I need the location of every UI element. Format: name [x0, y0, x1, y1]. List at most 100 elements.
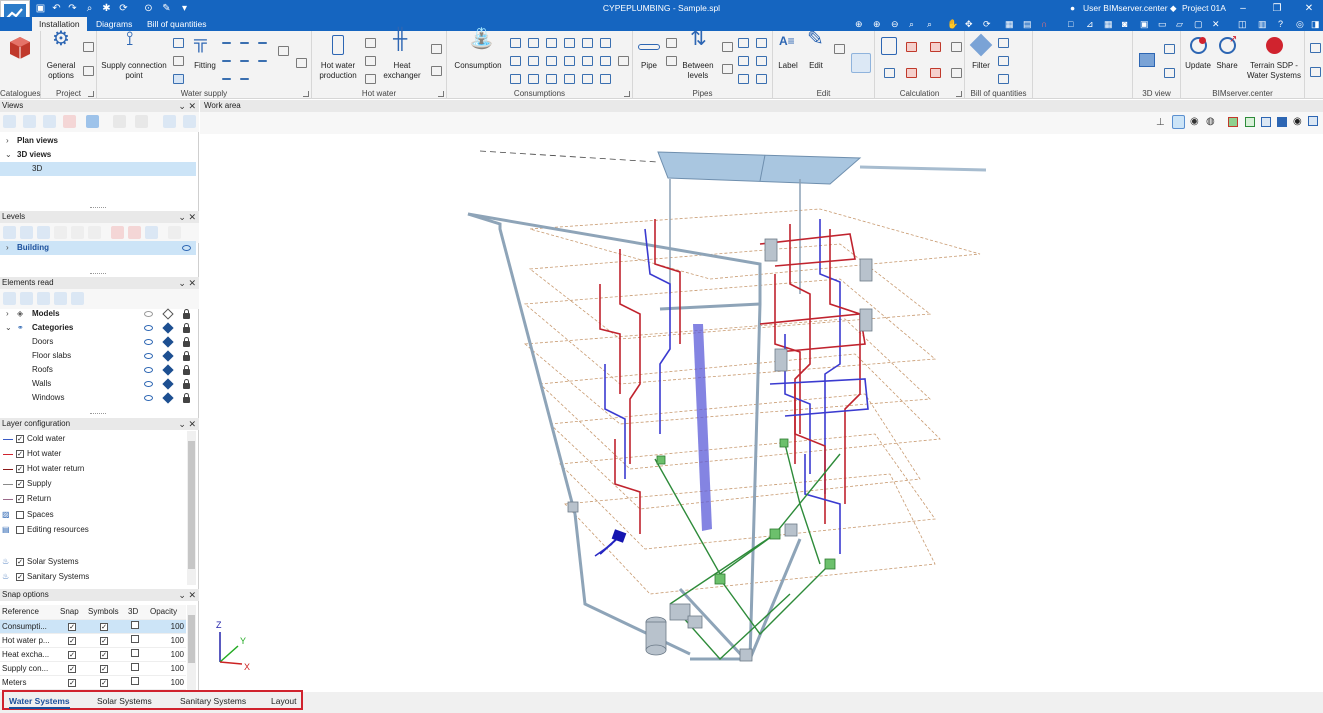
- category-item-floor-slabs[interactable]: Floor slabs: [0, 349, 196, 363]
- hot-water-tool-5-icon[interactable]: [430, 65, 442, 76]
- tab-solar-systems[interactable]: Solar Systems: [97, 696, 152, 706]
- elements-item-models[interactable]: › ◈ Models: [0, 307, 196, 321]
- 3d-checkbox[interactable]: [131, 635, 139, 643]
- consumption-d1-icon[interactable]: [617, 55, 629, 66]
- table-row[interactable]: Heat excha... ✓ ✓ 100: [0, 647, 186, 662]
- pipe-tool-5-icon[interactable]: [737, 37, 749, 48]
- 3d-cell[interactable]: [126, 647, 148, 662]
- panel-icon[interactable]: ▭: [1158, 19, 1167, 30]
- views-item-3d[interactable]: ⌄ 3D views: [0, 148, 196, 162]
- close-icon[interactable]: ✕: [1294, 1, 1323, 16]
- snap-cell[interactable]: ✓: [58, 619, 86, 634]
- snap-cell[interactable]: ✓: [58, 661, 86, 676]
- opacity-cell[interactable]: 100: [148, 675, 186, 690]
- chat-icon[interactable]: ▢: [1194, 19, 1203, 30]
- zoom-extents-icon[interactable]: ⌕: [909, 19, 914, 30]
- boq-tool-2-icon[interactable]: [997, 55, 1009, 66]
- consumption-c4-icon[interactable]: [563, 73, 575, 84]
- layer-item-solar-systems[interactable]: ♨ ✓ Solar Systems: [0, 555, 196, 569]
- heat-exchanger-button[interactable]: ╫ Heat exchanger: [380, 30, 424, 80]
- pipe-button[interactable]: Pipe: [635, 35, 663, 71]
- layout-icon[interactable]: ◫: [1238, 19, 1247, 30]
- delete-view-icon[interactable]: [63, 115, 76, 128]
- view3d-tool-2-icon[interactable]: [1163, 67, 1175, 78]
- comment-icon[interactable]: ▱: [1176, 19, 1183, 30]
- elements-tool-1-icon[interactable]: [3, 292, 16, 305]
- between-levels-button[interactable]: ⇅ Between levels: [679, 30, 717, 80]
- pipe-tool-10-icon[interactable]: [755, 73, 767, 84]
- levels-panel-controls[interactable]: ⌄ ✕: [178, 211, 196, 223]
- move-up-icon[interactable]: [71, 226, 84, 239]
- pipe-tool-3-icon[interactable]: [721, 41, 733, 52]
- consumption-b5-icon[interactable]: [581, 55, 593, 66]
- water-tool-b1-icon[interactable]: [221, 55, 233, 66]
- plumbing-3d-model[interactable]: Z Y X: [200, 134, 1323, 692]
- supply-connection-point-button[interactable]: ⟟ Supply connection point: [101, 30, 167, 80]
- panels-icon[interactable]: ▥: [1258, 19, 1267, 30]
- minimize-icon[interactable]: –: [1228, 1, 1258, 16]
- table-row[interactable]: Supply con... ✓ ✓ 100: [0, 661, 186, 676]
- views-panel-controls[interactable]: ⌄ ✕: [178, 100, 196, 112]
- layer-checkbox[interactable]: ✓: [16, 450, 24, 458]
- layer-checkbox[interactable]: ✓: [16, 573, 24, 581]
- redraw-icon[interactable]: ⟳: [983, 19, 991, 30]
- opacity-cell[interactable]: 100: [148, 633, 186, 648]
- help-icon[interactable]: ?: [1278, 19, 1283, 29]
- edit-tool-1-icon[interactable]: [833, 43, 845, 54]
- image-icon[interactable]: ▣: [1140, 19, 1149, 30]
- valve-icon[interactable]: [172, 37, 184, 48]
- tools-icon[interactable]: ✎: [160, 2, 173, 15]
- boq-tool-3-icon[interactable]: [997, 73, 1009, 84]
- water-tool-c1-icon[interactable]: [221, 73, 233, 84]
- consumption-b2-icon[interactable]: [527, 55, 539, 66]
- water-tool-b3-icon[interactable]: [257, 55, 269, 66]
- symbols-checkbox[interactable]: ✓: [100, 622, 108, 631]
- capture-view-icon[interactable]: [113, 115, 126, 128]
- snap-cell[interactable]: ✓: [58, 633, 86, 648]
- search-icon[interactable]: ⌕: [83, 2, 96, 15]
- opacity-cell[interactable]: 100: [148, 647, 186, 662]
- water-tool-d2-icon[interactable]: [295, 57, 307, 68]
- layer-checkbox[interactable]: [16, 511, 24, 519]
- 3d-checkbox[interactable]: [131, 649, 139, 657]
- copy-view-icon[interactable]: [1308, 116, 1318, 126]
- calculator-icon[interactable]: [881, 37, 897, 55]
- category-cube-icon[interactable]: [162, 378, 174, 390]
- lock-icon[interactable]: [183, 365, 190, 375]
- level-tool-1-icon[interactable]: [111, 226, 124, 239]
- project-tool-1-icon[interactable]: [82, 41, 94, 52]
- views-resize-grip[interactable]: [90, 207, 106, 210]
- calc-tool-5-icon[interactable]: [950, 41, 962, 52]
- elements-tool-4-icon[interactable]: [54, 292, 67, 305]
- lock-icon[interactable]: [183, 393, 190, 403]
- pipe-tool-7-icon[interactable]: [737, 55, 749, 66]
- zoom-in-icon[interactable]: ⊕: [873, 19, 881, 30]
- hot-water-tool-2-icon[interactable]: [364, 55, 376, 66]
- level-link-icon[interactable]: [168, 226, 181, 239]
- water-tool-a1-icon[interactable]: [221, 37, 233, 48]
- print-icon[interactable]: ▤: [1023, 19, 1032, 30]
- consumptions-launcher-icon[interactable]: [624, 91, 630, 97]
- edit-view-icon[interactable]: [23, 115, 36, 128]
- visibility-eye-icon[interactable]: ◉: [1293, 116, 1302, 127]
- settings-icon[interactable]: ✱: [100, 2, 113, 15]
- magnet-icon[interactable]: ∩: [1041, 19, 1047, 29]
- layers-scrollbar-thumb[interactable]: [188, 441, 195, 569]
- 3d-checkbox[interactable]: [131, 663, 139, 671]
- elements-item-categories[interactable]: ⌄ ⚭ Categories: [0, 321, 196, 335]
- elements-tool-3-icon[interactable]: [37, 292, 50, 305]
- layer-item-cold-water[interactable]: ✓ Cold water: [0, 432, 196, 446]
- project-tool-2-icon[interactable]: [82, 65, 94, 76]
- grid-icon[interactable]: ▦: [1104, 19, 1113, 30]
- sync-icon[interactable]: ⟳: [117, 2, 130, 15]
- terrain-sdp-button[interactable]: Terrain SDP - Water Systems: [1243, 35, 1305, 80]
- consumption-a6-icon[interactable]: [599, 37, 611, 48]
- layer-checkbox[interactable]: ✓: [16, 480, 24, 488]
- level-tool-3-icon[interactable]: [145, 226, 158, 239]
- consumption-c1-icon[interactable]: [509, 73, 521, 84]
- redo-icon[interactable]: ↷: [66, 2, 79, 15]
- lock-icon[interactable]: [183, 309, 190, 319]
- user-label[interactable]: User BIMserver.center: [1083, 3, 1168, 13]
- crosshair-icon[interactable]: ✕: [1212, 19, 1220, 30]
- person-view-icon[interactable]: [86, 115, 99, 128]
